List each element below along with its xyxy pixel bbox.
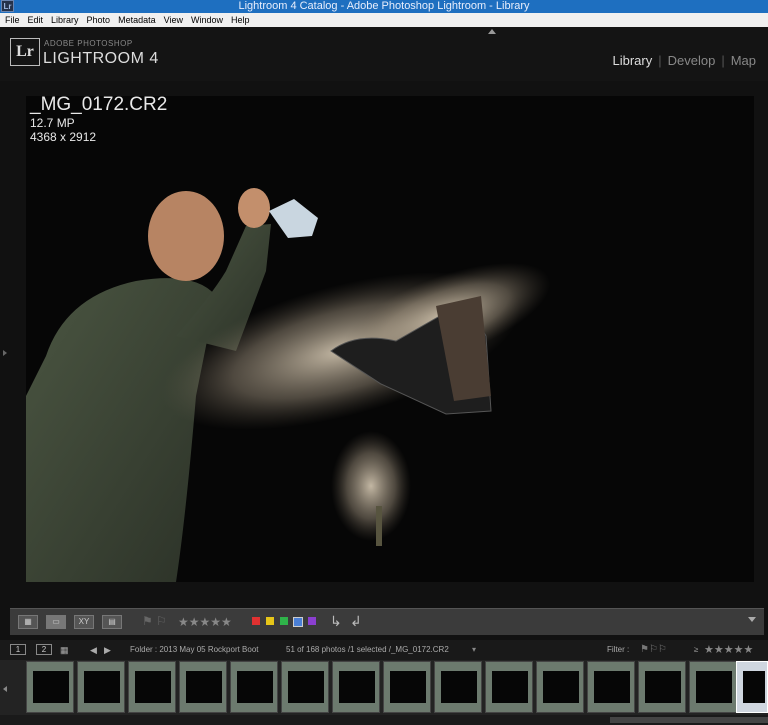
- window-titlebar: Lr Lightroom 4 Catalog - Adobe Photoshop…: [0, 0, 768, 13]
- menu-help[interactable]: Help: [231, 13, 250, 27]
- loupe-photo-viewer[interactable]: [26, 96, 754, 582]
- rotate-right-icon[interactable]: ↲: [350, 613, 362, 630]
- photo-filename: _MG_0172.CR2: [30, 94, 168, 115]
- filmstrip-thumbnail[interactable]: [179, 661, 227, 713]
- identity-plate: Lr ADOBE PHOTOSHOP LIGHTROOM 4 Library | D…: [0, 27, 768, 81]
- compare-view-icon[interactable]: XY: [74, 615, 94, 629]
- flag-pick-icon[interactable]: ⚑: [142, 614, 153, 628]
- filter-label: Filter :: [607, 645, 630, 654]
- rating-filter-operator[interactable]: ≥: [694, 640, 698, 660]
- menu-metadata[interactable]: Metadata: [118, 13, 156, 27]
- menu-view[interactable]: View: [164, 13, 183, 27]
- module-picker: Library | Develop | Map: [606, 53, 756, 68]
- filmstrip-thumbnail[interactable]: [128, 661, 176, 713]
- primary-window-button[interactable]: 1: [10, 644, 26, 655]
- photo-megapixels: 12.7 MP: [30, 116, 75, 130]
- photo-count[interactable]: 51 of 168 photos /1 selected /_MG_0172.C…: [286, 640, 449, 660]
- forward-arrow-icon[interactable]: ▶: [104, 640, 111, 660]
- filmstrip-thumbnail-selected[interactable]: [736, 661, 768, 713]
- filmstrip-scroll-left-icon[interactable]: [3, 686, 7, 692]
- toolbar-menu-chevron-down-icon[interactable]: [748, 617, 756, 622]
- filmstrip-thumbnail[interactable]: [230, 661, 278, 713]
- module-map[interactable]: Map: [731, 53, 756, 68]
- library-toolbar: ▦ ▭ XY ▤ ⚑ ⚐ ★★★★★ ↳ ↲: [10, 608, 764, 635]
- source-chevron-down-icon[interactable]: ▾: [472, 640, 476, 660]
- menu-library[interactable]: Library: [51, 13, 79, 27]
- filmstrip-header: 1 2 ▦ ◀ ▶ Folder : 2013 May 05 Rockport …: [0, 640, 768, 660]
- rotate-left-icon[interactable]: ↳: [330, 613, 342, 630]
- module-separator: |: [658, 53, 662, 68]
- menu-file[interactable]: File: [5, 13, 20, 27]
- module-separator: |: [721, 53, 725, 68]
- menu-window[interactable]: Window: [191, 13, 223, 27]
- window-title: Lightroom 4 Catalog - Adobe Photoshop Li…: [238, 0, 530, 12]
- flag-filter-icon[interactable]: ⚑⚐⚐: [640, 640, 667, 660]
- filmstrip-thumbnail[interactable]: [485, 661, 533, 713]
- menu-photo[interactable]: Photo: [87, 13, 111, 27]
- menu-edit[interactable]: Edit: [28, 13, 44, 27]
- rating-filter-stars[interactable]: ★★★★★: [704, 640, 753, 660]
- color-label-purple[interactable]: [308, 617, 316, 625]
- module-develop[interactable]: Develop: [668, 53, 716, 68]
- filmstrip-thumbnail[interactable]: [281, 661, 329, 713]
- photo-dimensions: 4368 x 2912: [30, 130, 97, 144]
- filmstrip-thumbnail[interactable]: [77, 661, 125, 713]
- filmstrip-thumbnail[interactable]: [383, 661, 431, 713]
- filmstrip-thumbnail[interactable]: [689, 661, 737, 713]
- filmstrip-thumbnail[interactable]: [638, 661, 686, 713]
- photo-info-overlay: _MG_0172.CR2 12.7 MP 4368 x 2912: [30, 94, 167, 144]
- color-label-green[interactable]: [280, 617, 288, 625]
- folder-path[interactable]: Folder : 2013 May 05 Rockport Boot: [130, 640, 259, 660]
- rating-stars[interactable]: ★★★★★: [178, 615, 232, 629]
- filmstrip[interactable]: [0, 660, 768, 715]
- grid-icon[interactable]: ▦: [60, 640, 69, 660]
- secondary-window-button[interactable]: 2: [36, 644, 52, 655]
- color-label-red[interactable]: [252, 617, 260, 625]
- filmstrip-thumbnail[interactable]: [332, 661, 380, 713]
- flag-reject-icon[interactable]: ⚐: [156, 614, 167, 628]
- left-panel-toggle-icon[interactable]: [3, 350, 7, 356]
- photo-image: [26, 96, 754, 582]
- back-arrow-icon[interactable]: ◀: [90, 640, 97, 660]
- filmstrip-scrollbar[interactable]: [0, 715, 768, 725]
- lightroom-logo: Lr: [10, 38, 40, 66]
- grid-view-icon[interactable]: ▦: [18, 615, 38, 629]
- filmstrip-thumbnail[interactable]: [587, 661, 635, 713]
- filmstrip-thumbnail[interactable]: [434, 661, 482, 713]
- color-label-yellow[interactable]: [266, 617, 274, 625]
- brand-title: LIGHTROOM 4: [43, 50, 159, 67]
- top-panel-toggle-icon[interactable]: [488, 29, 496, 34]
- module-library[interactable]: Library: [612, 53, 652, 68]
- filmstrip-thumbnail[interactable]: [536, 661, 584, 713]
- brand-subtitle: ADOBE PHOTOSHOP: [44, 39, 133, 48]
- filmstrip-scroll-thumb[interactable]: [610, 717, 768, 723]
- filmstrip-thumbnail[interactable]: [26, 661, 74, 713]
- menu-bar: File Edit Library Photo Metadata View Window He…: [0, 13, 768, 27]
- survey-view-icon[interactable]: ▤: [102, 615, 122, 629]
- color-label-blue[interactable]: [293, 617, 303, 627]
- loupe-view-icon[interactable]: ▭: [46, 615, 66, 629]
